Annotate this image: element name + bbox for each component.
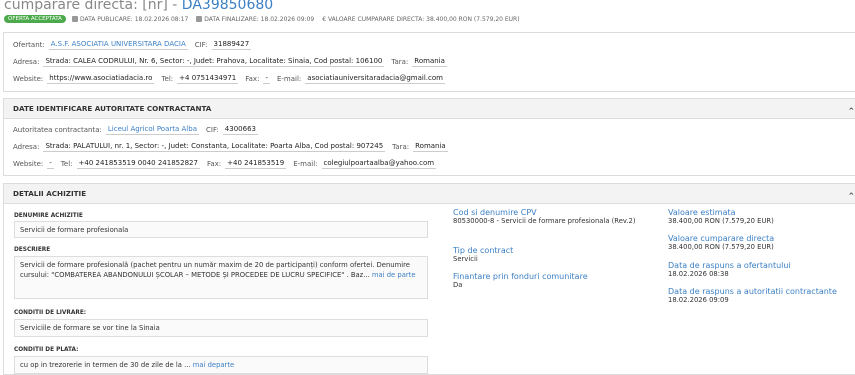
ofertant-name-link[interactable]: A.S.F. ASOCIATIA UNIVERSITARA DACIA [48,40,188,50]
autoritate-email: colegiulpoartaalba@yahoo.com [321,159,437,169]
calendar-icon [196,15,203,22]
title-prefix: cumparare directa: [nr] - [4,0,182,13]
finantare-block: Finantare prin fonduri comunitare Da [453,272,588,290]
publish-date: DATA PUBLICARE: 18.02.2026 08:17 [71,15,188,23]
page-title: cumparare directa: [nr] - DA39850680 [4,0,273,13]
autoritate-heading[interactable]: DATE IDENTIFICARE AUTORITATE CONTRACTANT… [4,99,855,119]
chevron-up-icon[interactable]: ⌃ [847,188,855,207]
procedure-number: DA39850680 [181,0,274,13]
livrare-field: Serviciile de formare se vor tine la Sin… [14,319,428,337]
autoritate-row: Autoritatea contractanta: Liceul Agricol … [13,125,258,135]
finalize-date: DATA FINALIZARE: 18.02.2026 09:09 [196,15,314,23]
descriere-label: DESCRIERE [14,247,51,253]
ofertant-country: Romania [412,57,447,67]
autoritate-address-row: Adresa: Strada: PALATULUI, nr. 1, Sector:… [13,142,448,152]
chevron-up-icon[interactable]: ⌃ [847,103,855,122]
autoritate-website: - [47,159,54,169]
autoritate-name-link[interactable]: Liceul Agricol Poarta Alba [105,125,199,135]
more-link[interactable]: mai de parte [372,271,416,279]
autoritate-panel: DATE IDENTIFICARE AUTORITATE CONTRACTANT… [3,98,855,176]
ofertant-cif: 31889427 [211,40,252,50]
autoritate-fax: +40 241853519 [225,159,287,169]
cpv-block: Cod si denumire CPV 80530000-8 - Servicii… [453,208,636,226]
livrare-label: CONDITII DE LIVRARE: [14,310,87,316]
status-badge: OFERTA ACCEPTATA [4,15,66,23]
detalii-panel: DETALII ACHIZITIE ⌃ DENUMIRE ACHIZITIE Se… [3,183,855,375]
calendar-icon [71,15,78,22]
ofertant-contact-row: Website: https://www.asociatiadacia.ro Te… [13,74,445,84]
ofertant-website: https://www.asociatiadacia.ro [47,74,155,84]
autoritate-address: Strada: PALATULUI, nr. 1, Sector: -, Jud… [43,142,386,152]
detalii-heading[interactable]: DETALII ACHIZITIE ⌃ [4,184,855,204]
raspuns-autoritate-block: Data de raspuns a autoritatii contractan… [668,287,837,305]
ofertant-email: asociatiauniversitaradacia@gmail.com [305,74,445,84]
raspuns-ofertant-block: Data de raspuns a ofertantului 18.02.2026… [668,261,791,279]
header-meta: OFERTA ACCEPTATA DATA PUBLICARE: 18.02.2… [4,15,528,23]
autoritate-contact-row: Website: - Tel: +40 241853519 0040 2418528… [13,159,437,169]
ofertant-address: Strada: CALEA CODRULUI, Nr. 6, Sector: -… [43,57,385,67]
autoritate-phone: +40 241853519 0040 241852827 [76,159,200,169]
ofertant-address-row: Adresa: Strada: CALEA CODRULUI, Nr. 6, Se… [13,57,447,67]
denumire-label: DENUMIRE ACHIZITIE [14,213,83,219]
page-header: cumparare directa: [nr] - DA39850680 OFE… [0,0,855,26]
purchase-value: € VALOARE CUMPARARE DIRECTA: 38.400,00 R… [322,15,520,23]
ofertant-panel: Ofertant: A.S.F. ASOCIATIA UNIVERSITARA D… [3,32,855,92]
autoritate-country: Romania [413,142,448,152]
plata-field: cu op in trezorerie in termen de 30 de z… [14,356,428,374]
valoare-cd-block: Valoare cumparare directa 38.400,00 RON (… [668,234,775,252]
denumire-field: Servicii de formare profesionala [14,221,428,238]
plata-label: CONDITII DE PLATA: [14,347,79,353]
ofertant-row: Ofertant: A.S.F. ASOCIATIA UNIVERSITARA D… [13,40,252,50]
ofertant-phone: +4 0751434971 [177,74,239,84]
autoritate-cif: 4300663 [222,125,258,135]
ofertant-fax: - [263,74,270,84]
valoare-estimata-block: Valoare estimata 38.400,00 RON (7.579,20 … [668,208,774,226]
descriere-field: Servicii de formare profesională (pachet… [14,256,428,299]
tip-contract-block: Tip de contract Servicii [453,246,514,264]
more-link[interactable]: mai departe [193,361,234,369]
